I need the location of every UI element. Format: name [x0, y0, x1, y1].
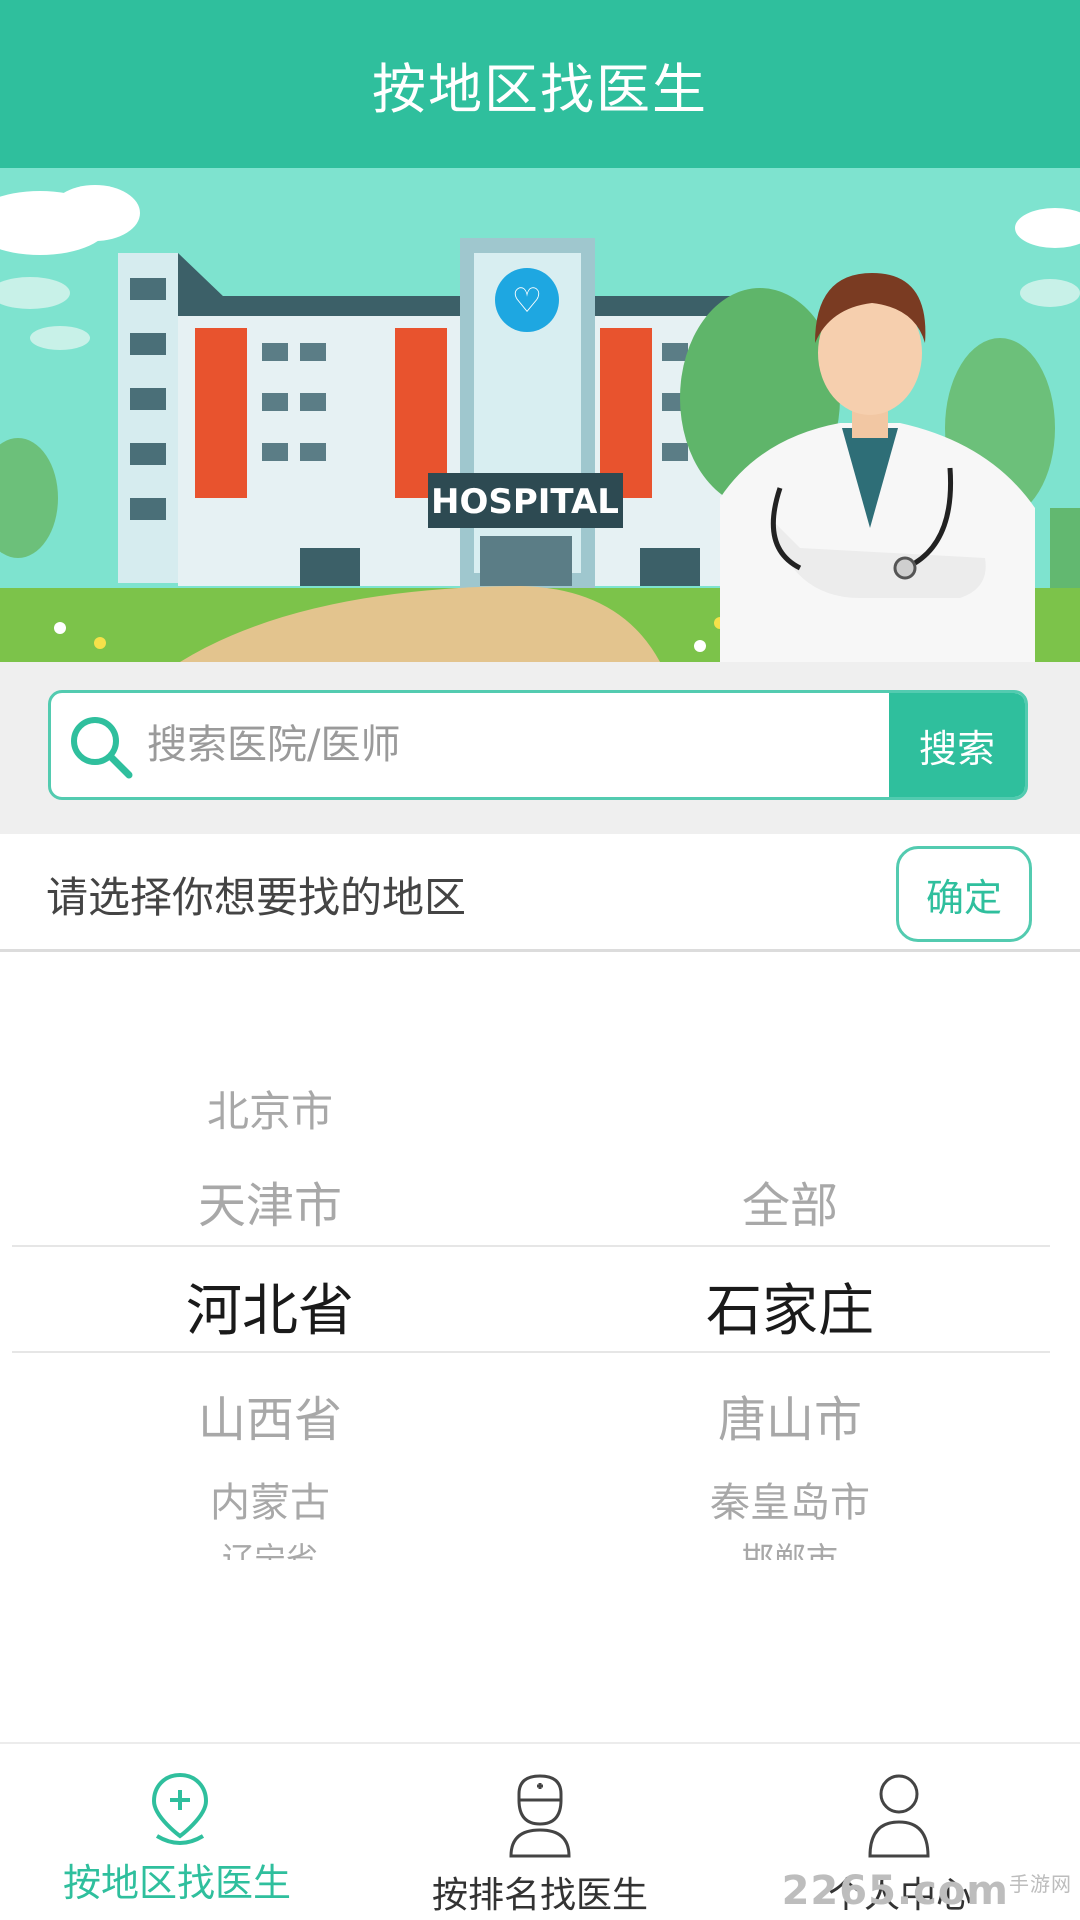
search-input[interactable]	[147, 693, 927, 797]
hospital-illustration: ♡ HOSPITAL	[0, 168, 1080, 662]
tab-label: 按地区找医生	[62, 1861, 291, 1905]
confirm-button[interactable]: 确定	[896, 846, 1032, 942]
province-option[interactable]: 山西省	[0, 1380, 540, 1450]
location-plus-icon	[151, 1772, 209, 1845]
tab-label: 按排名找医生	[431, 1875, 648, 1916]
person-icon	[868, 1774, 930, 1858]
province-option-selected[interactable]: 河北省	[0, 1266, 540, 1347]
svg-text:♡: ♡	[512, 281, 542, 321]
tab-region[interactable]: 按地区找医生	[0, 1744, 360, 1920]
search-box: 搜索	[48, 690, 1028, 800]
region-picker[interactable]: 北京市 天津市 河北省 山西省 内蒙古 辽宁省 全部 石家庄 唐山市 秦皇岛市 …	[0, 952, 1080, 1742]
tab-ranking[interactable]: 按排名找医生	[360, 1744, 720, 1920]
city-option[interactable]: 唐山市	[520, 1380, 1060, 1450]
hospital-banner: ♡ HOSPITAL	[0, 168, 1080, 662]
region-prompt: 请选择你想要找的地区	[46, 873, 467, 922]
province-option[interactable]: 北京市	[0, 1078, 540, 1139]
province-option[interactable]: 辽宁省	[0, 1534, 540, 1560]
city-option[interactable]: 全部	[520, 1166, 1060, 1236]
region-select-bar: 请选择你想要找的地区 确定	[0, 834, 1080, 952]
city-wheel[interactable]: 全部 石家庄 唐山市 秦皇岛市 邯郸市	[520, 952, 1060, 1742]
search-area: 搜索	[0, 662, 1080, 834]
province-option[interactable]: 内蒙古	[0, 1470, 540, 1528]
city-option[interactable]: 秦皇岛市	[520, 1470, 1060, 1528]
doctor-icon	[509, 1774, 571, 1858]
hospital-sign: HOSPITAL	[431, 482, 619, 522]
search-icon	[71, 717, 133, 779]
city-option-selected[interactable]: 石家庄	[520, 1266, 1060, 1347]
watermark: 2265.com手游网	[781, 1868, 1072, 1914]
page-title: 按地区找医生	[372, 57, 708, 121]
search-button[interactable]: 搜索	[889, 693, 1025, 797]
province-option[interactable]: 天津市	[0, 1166, 540, 1236]
app-header: 按地区找医生	[0, 0, 1080, 168]
province-wheel[interactable]: 北京市 天津市 河北省 山西省 内蒙古 辽宁省	[0, 952, 540, 1742]
city-option[interactable]: 邯郸市	[520, 1534, 1060, 1560]
bottom-tab-bar: 按地区找医生 按排名找医生 个人中心 2265.com手游网	[0, 1742, 1080, 1920]
